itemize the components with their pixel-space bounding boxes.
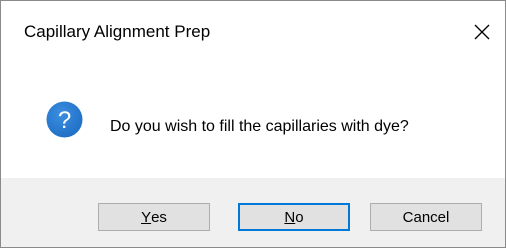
- yes-label-rest: es: [151, 208, 167, 226]
- no-label-rest: o: [295, 208, 304, 226]
- yes-mnemonic: Y: [141, 208, 152, 226]
- no-mnemonic: N: [284, 208, 296, 226]
- dialog-body: ? Do you wish to fill the capillaries wi…: [1, 63, 505, 178]
- window-title: Capillary Alignment Prep: [24, 22, 211, 41]
- close-button[interactable]: [459, 1, 505, 63]
- message-dialog: Capillary Alignment Prep ? Do you wish t…: [0, 0, 506, 248]
- svg-text:?: ?: [58, 107, 71, 134]
- dialog-message: Do you wish to fill the capillaries with…: [110, 118, 409, 135]
- cancel-button[interactable]: Cancel: [370, 203, 482, 231]
- title-bar: Capillary Alignment Prep: [1, 1, 505, 63]
- button-bar: Yes No Cancel: [1, 178, 505, 247]
- close-icon: [474, 24, 490, 40]
- no-button[interactable]: No: [238, 203, 350, 231]
- question-icon: ?: [46, 101, 83, 138]
- yes-button[interactable]: Yes: [98, 203, 210, 231]
